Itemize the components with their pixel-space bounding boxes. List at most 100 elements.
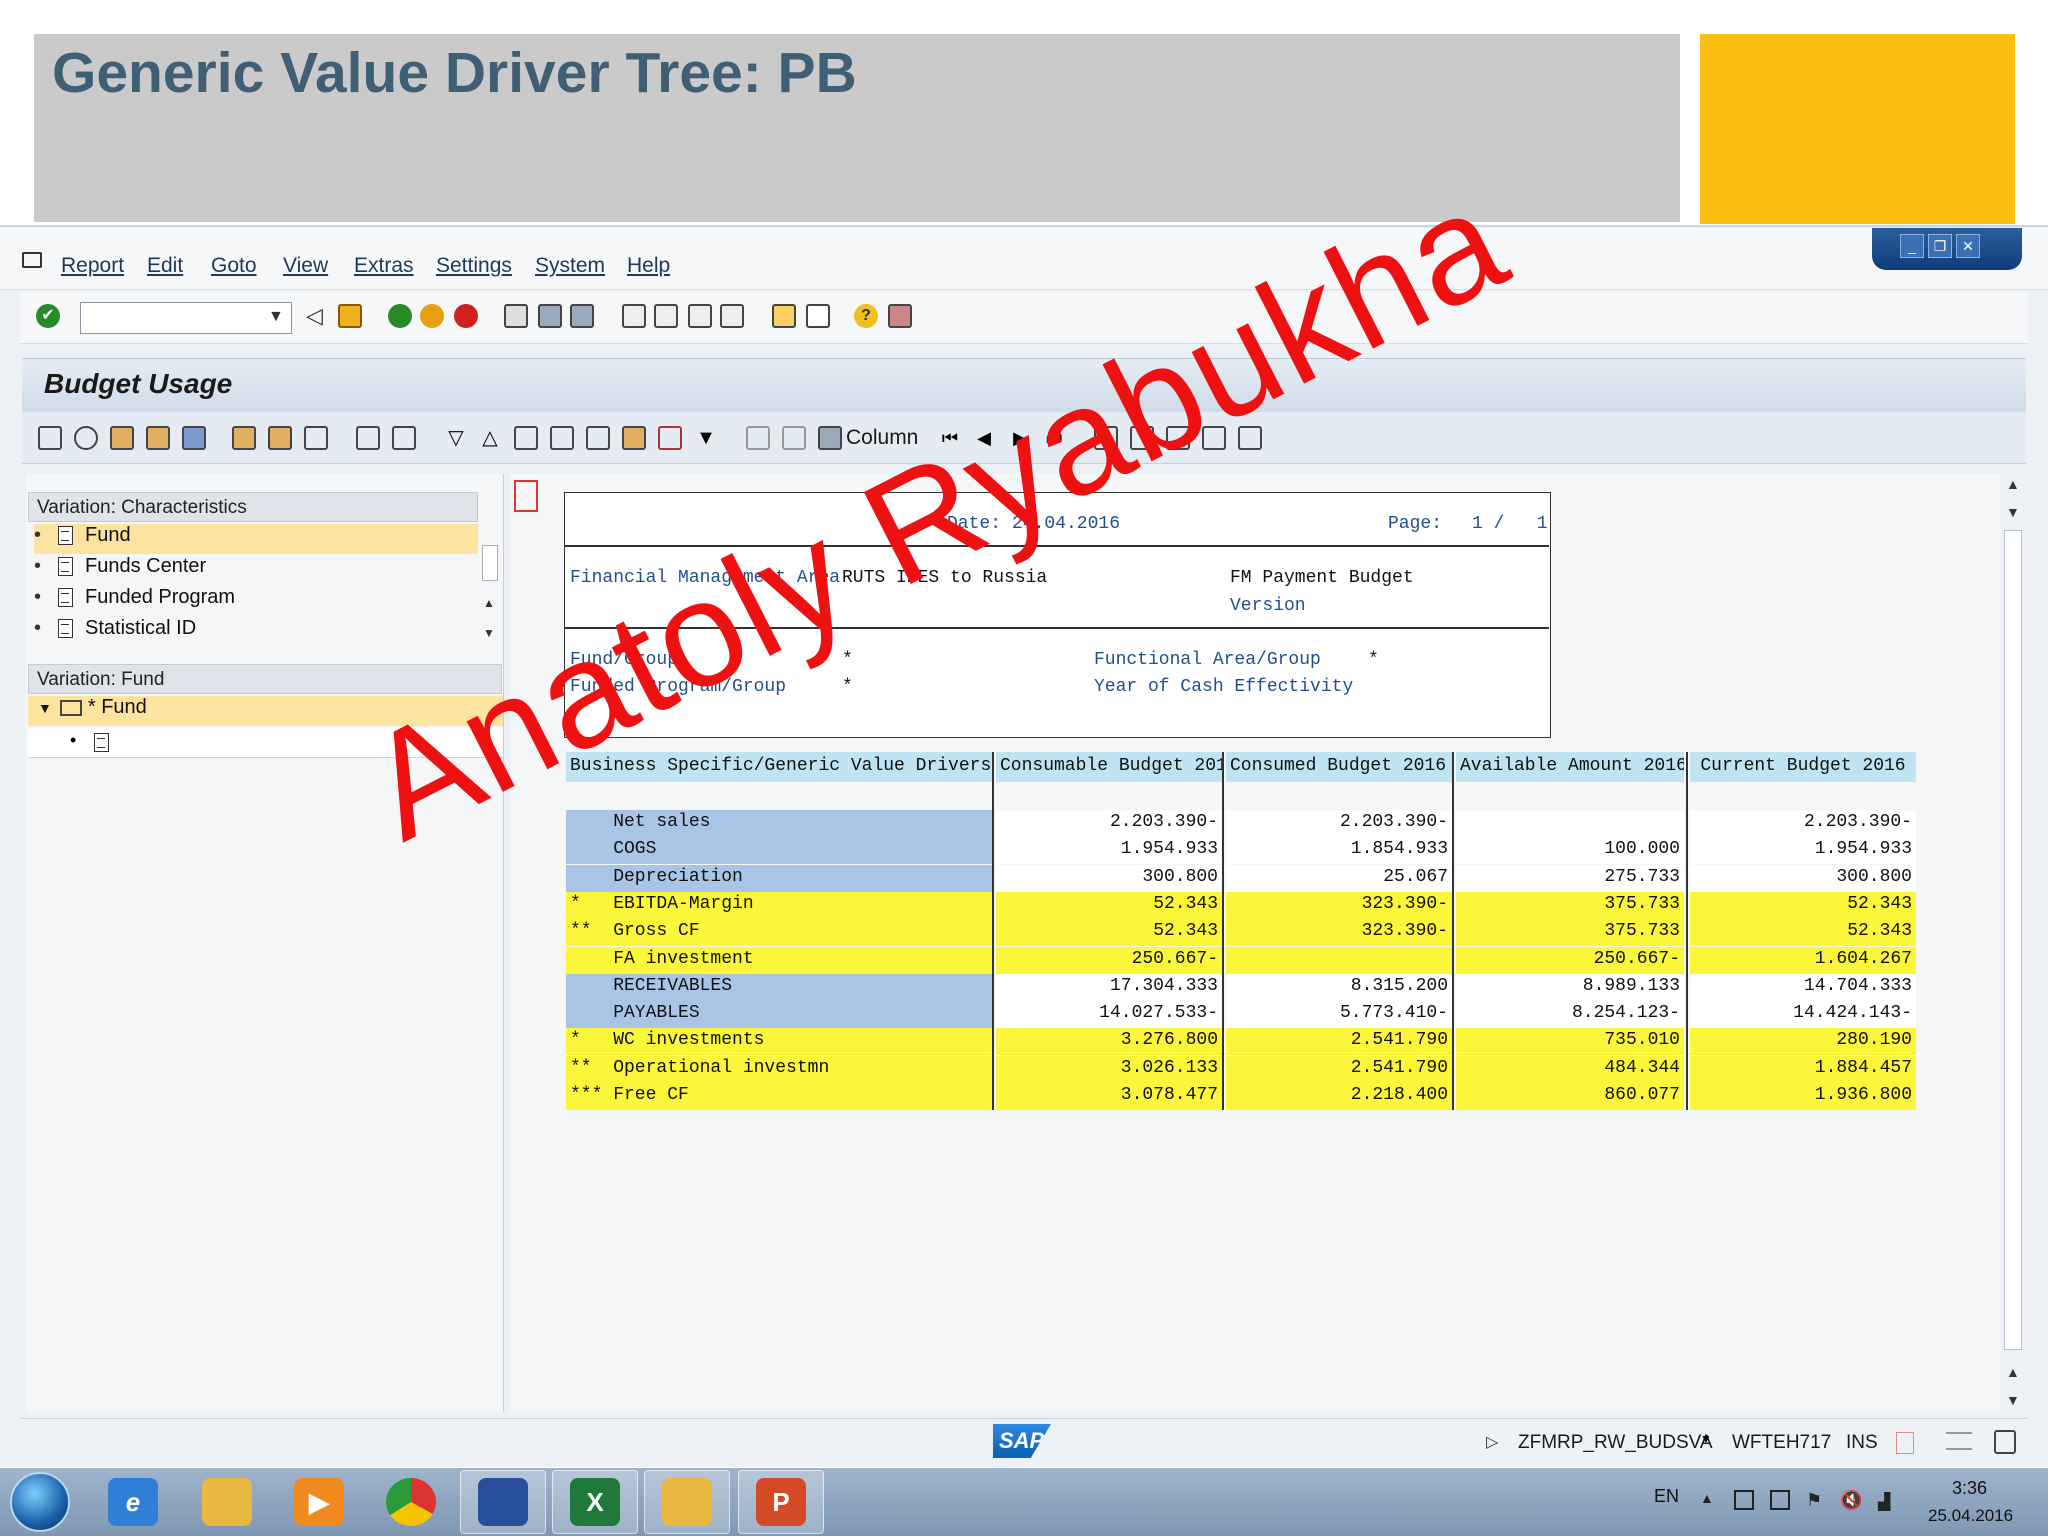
graphic-icon[interactable] <box>268 426 292 450</box>
system-menu-icon[interactable] <box>22 252 42 268</box>
hierarchy-icon[interactable] <box>38 426 62 450</box>
menu-system[interactable]: System <box>535 254 605 278</box>
select-icon[interactable] <box>356 426 380 450</box>
action-center-flag-icon[interactable]: ⚑ <box>1806 1490 1822 1511</box>
command-field[interactable] <box>80 302 292 334</box>
chevron-down-icon[interactable]: ▼ <box>1700 1432 1712 1446</box>
internet-explorer-icon[interactable]: e <box>108 1478 158 1526</box>
minimize-icon[interactable]: _ <box>1900 234 1924 258</box>
column-find-icon[interactable] <box>818 426 842 450</box>
table-cell[interactable]: 375.733 <box>1456 919 1684 947</box>
table-cell[interactable]: 735.010 <box>1456 1028 1684 1056</box>
filter-icon[interactable]: ▼ <box>694 426 718 450</box>
table-row-label[interactable]: COGS <box>566 837 992 865</box>
find-icon[interactable] <box>538 304 562 328</box>
characteristic-item-funds-center[interactable]: • Funds Center <box>34 555 478 585</box>
table-cell[interactable]: 3.026.133 <box>996 1055 1222 1083</box>
windows-flag-icon[interactable] <box>1734 1490 1754 1510</box>
table-cell[interactable]: 250.667- <box>1456 946 1684 974</box>
menu-report[interactable]: Report <box>61 254 124 278</box>
back-icon[interactable] <box>388 304 412 328</box>
table-cell[interactable]: 1.854.933 <box>1226 837 1452 865</box>
scroll-up-icon[interactable]: ▲ <box>483 596 495 610</box>
media-player-icon[interactable]: ▶ <box>294 1478 344 1526</box>
column-header-consumable[interactable]: Consumable Budget 2016 <box>996 752 1222 782</box>
network-icon[interactable] <box>1770 1490 1790 1510</box>
table-cell[interactable]: 323.390- <box>1226 891 1452 919</box>
status-triangle-icon[interactable]: ▷ <box>1486 1432 1498 1452</box>
create-session-icon[interactable] <box>772 304 796 328</box>
back-triangle-icon[interactable]: ◁ <box>306 304 330 328</box>
table-cell[interactable]: 8.254.123- <box>1456 1001 1684 1029</box>
next-page-icon[interactable] <box>688 304 712 328</box>
scroll-down-icon[interactable]: ▼ <box>483 626 495 640</box>
table-cell[interactable]: 14.424.143- <box>1690 1001 1916 1029</box>
clock-date[interactable]: 25.04.2016 <box>1928 1506 2013 1526</box>
menu-help[interactable]: Help <box>627 254 670 278</box>
table-cell[interactable]: 1.884.457 <box>1690 1055 1916 1083</box>
start-button-icon[interactable] <box>10 1472 70 1532</box>
print-icon[interactable] <box>504 304 528 328</box>
menu-settings[interactable]: Settings <box>436 254 512 278</box>
column-header-current[interactable]: Current Budget 2016 <box>1690 752 1916 782</box>
scroll-thumb[interactable] <box>2004 530 2022 1350</box>
signal-icon[interactable]: ▟ <box>1878 1492 1890 1512</box>
language-indicator[interactable]: EN <box>1654 1486 1679 1507</box>
table-row-label[interactable]: RECEIVABLES <box>566 973 992 1001</box>
table-row-label[interactable]: FA investment <box>566 946 992 974</box>
maximize-icon[interactable]: ❐ <box>1928 234 1952 258</box>
columns-icon[interactable] <box>392 426 416 450</box>
collapse-icon[interactable] <box>550 426 574 450</box>
table-cell[interactable]: 8.989.133 <box>1456 973 1684 1001</box>
subtotal-icon[interactable] <box>622 426 646 450</box>
table-cell[interactable]: 25.067 <box>1226 864 1452 892</box>
last-page-icon[interactable] <box>720 304 744 328</box>
table-cell[interactable]: 52.343 <box>1690 919 1916 947</box>
table-cell[interactable]: 52.343 <box>1690 891 1916 919</box>
table-row-label[interactable]: * EBITDA-Margin <box>566 891 992 919</box>
table-cell[interactable]: 2.218.400 <box>1226 1083 1452 1110</box>
find-next-icon[interactable] <box>570 304 594 328</box>
table-cell[interactable]: 300.800 <box>996 864 1222 892</box>
chevron-down-icon[interactable]: ▼ <box>268 308 284 326</box>
previous-page-icon[interactable] <box>654 304 678 328</box>
header-icon[interactable] <box>304 426 328 450</box>
table-cell[interactable]: 375.733 <box>1456 891 1684 919</box>
chrome-icon[interactable] <box>386 1478 436 1526</box>
table-cell[interactable]: 3.276.800 <box>996 1028 1222 1056</box>
table-row-label[interactable]: *** Free CF <box>566 1083 992 1110</box>
tray-expand-icon[interactable]: ▲ <box>1700 1490 1714 1506</box>
enter-check-icon[interactable]: ✔ <box>36 304 60 328</box>
table-cell[interactable]: 1.604.267 <box>1690 946 1916 974</box>
table-cell[interactable]: 8.315.200 <box>1226 973 1452 1001</box>
menu-extras[interactable]: Extras <box>354 254 414 278</box>
tree-scroll-thumb[interactable] <box>482 545 498 581</box>
refresh-icon[interactable] <box>74 426 98 450</box>
table-cell[interactable]: 17.304.333 <box>996 973 1222 1001</box>
sort-descending-icon[interactable]: ▽ <box>444 426 468 450</box>
table-cell[interactable] <box>1456 810 1684 837</box>
lock-icon[interactable] <box>1994 1430 2016 1454</box>
exception-icon[interactable] <box>658 426 682 450</box>
table-cell[interactable]: 14.704.333 <box>1690 973 1916 1001</box>
table-cell[interactable]: 52.343 <box>996 891 1222 919</box>
file-explorer-icon[interactable] <box>202 1478 252 1526</box>
table-cell[interactable]: 3.078.477 <box>996 1083 1222 1110</box>
scroll-up-icon[interactable]: ▲ <box>2006 476 2020 492</box>
table-cell[interactable]: 1.936.800 <box>1690 1083 1916 1110</box>
table-cell[interactable]: 1.954.933 <box>1690 837 1916 865</box>
characteristic-item-funded-program[interactable]: • Funded Program <box>34 586 478 616</box>
volume-muted-icon[interactable]: 🔇 <box>1840 1490 1862 1511</box>
table-cell[interactable]: 860.077 <box>1456 1083 1684 1110</box>
table-cell[interactable]: 2.203.390- <box>996 810 1222 837</box>
column-header-available[interactable]: Available Amount 2016 <box>1456 752 1684 782</box>
column-header-consumed[interactable]: Consumed Budget 2016 <box>1226 752 1452 782</box>
table-row-label[interactable]: Depreciation <box>566 864 992 892</box>
layout-menu-icon[interactable] <box>888 304 912 328</box>
table-row-label[interactable]: ** Operational investmn <box>566 1055 992 1083</box>
menu-goto[interactable]: Goto <box>211 254 257 278</box>
table-cell[interactable]: 275.733 <box>1456 864 1684 892</box>
table-cell[interactable] <box>1226 946 1452 974</box>
close-icon[interactable]: ✕ <box>1956 234 1980 258</box>
table-cell[interactable]: 484.344 <box>1456 1055 1684 1083</box>
